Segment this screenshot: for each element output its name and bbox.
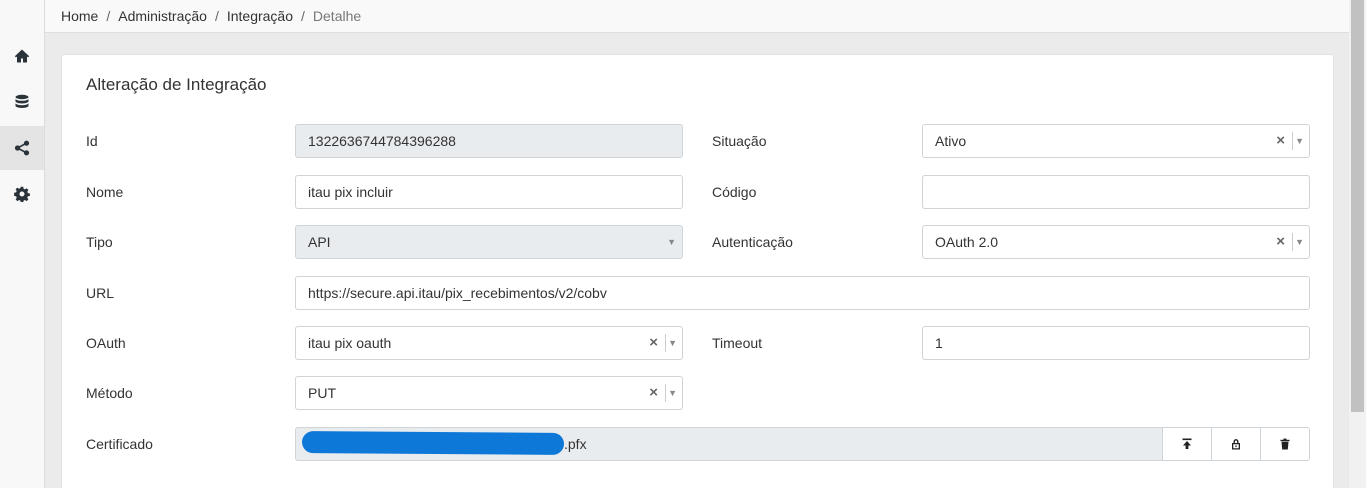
clear-icon[interactable]: × bbox=[649, 327, 658, 359]
integration-form-card: Alteração de Integração Id 1322636744784… bbox=[61, 54, 1334, 488]
redaction-mark bbox=[301, 431, 565, 455]
url-label: URL bbox=[86, 285, 115, 301]
lock-icon bbox=[1232, 439, 1240, 450]
sidebar-item-integration[interactable] bbox=[0, 126, 44, 170]
sidebar-item-home[interactable] bbox=[0, 34, 44, 78]
metodo-select[interactable]: PUT × ▼ bbox=[295, 376, 683, 410]
breadcrumb-current: Detalhe bbox=[312, 8, 362, 24]
autenticacao-value: OAuth 2.0 bbox=[935, 234, 999, 250]
oauth-value: itau pix oauth bbox=[308, 335, 392, 351]
metodo-value: PUT bbox=[308, 385, 336, 401]
situacao-value: Ativo bbox=[935, 133, 967, 149]
codigo-label: Código bbox=[712, 184, 757, 200]
id-value: 1322636744784396288 bbox=[308, 133, 456, 149]
tipo-label: Tipo bbox=[86, 234, 113, 250]
timeout-label: Timeout bbox=[712, 335, 763, 351]
nome-input[interactable]: itau pix incluir bbox=[295, 175, 683, 209]
breadcrumb-administracao[interactable]: Administração bbox=[118, 8, 207, 24]
share-icon bbox=[14, 140, 30, 156]
certificado-label: Certificado bbox=[86, 436, 153, 452]
breadcrumb: Home / Administração / Integração / Deta… bbox=[45, 0, 1349, 33]
sidebar-item-database[interactable] bbox=[0, 80, 44, 124]
database-icon bbox=[15, 94, 29, 108]
nome-value: itau pix incluir bbox=[308, 184, 393, 200]
url-input[interactable]: https://secure.api.itau/pix_recebimentos… bbox=[295, 276, 1310, 310]
home-icon bbox=[14, 49, 30, 63]
chevron-down-icon[interactable]: ▼ bbox=[668, 327, 677, 359]
chevron-down-icon[interactable]: ▼ bbox=[1295, 226, 1304, 258]
certificado-filename-suffix: .pfx bbox=[564, 436, 587, 452]
oauth-label: OAuth bbox=[86, 335, 126, 351]
chevron-down-icon[interactable]: ▼ bbox=[1295, 125, 1304, 157]
certificate-password-button[interactable] bbox=[1211, 428, 1260, 460]
id-label: Id bbox=[86, 133, 98, 149]
url-value: https://secure.api.itau/pix_recebimentos… bbox=[308, 285, 607, 301]
delete-certificate-button[interactable] bbox=[1260, 428, 1309, 460]
breadcrumb-home[interactable]: Home bbox=[61, 8, 98, 24]
upload-certificate-button[interactable] bbox=[1162, 428, 1211, 460]
autenticacao-label: Autenticação bbox=[712, 234, 793, 250]
sidebar-item-settings[interactable] bbox=[0, 172, 44, 216]
tipo-value: API bbox=[308, 234, 331, 250]
breadcrumb-separator: / bbox=[106, 8, 111, 24]
id-field: 1322636744784396288 bbox=[295, 124, 683, 158]
tipo-select: API ▼ bbox=[295, 225, 683, 259]
clear-icon[interactable]: × bbox=[649, 377, 658, 409]
autenticacao-select[interactable]: OAuth 2.0 × ▼ bbox=[922, 225, 1310, 259]
breadcrumb-separator: / bbox=[301, 8, 305, 24]
select-divider bbox=[1292, 233, 1293, 251]
chevron-down-icon[interactable]: ▼ bbox=[668, 377, 677, 409]
certificado-field: .pfx bbox=[295, 427, 1310, 461]
upload-icon bbox=[1182, 438, 1192, 449]
breadcrumb-integracao[interactable]: Integração bbox=[227, 8, 293, 24]
clear-icon[interactable]: × bbox=[1276, 226, 1285, 258]
breadcrumb-separator: / bbox=[214, 8, 219, 24]
timeout-input[interactable]: 1 bbox=[922, 326, 1310, 360]
scrollbar-thumb[interactable] bbox=[1351, 0, 1364, 412]
gear-icon bbox=[14, 186, 30, 202]
page-scrollbar[interactable] bbox=[1349, 0, 1366, 488]
clear-icon[interactable]: × bbox=[1276, 125, 1285, 157]
metodo-label: Método bbox=[86, 385, 133, 401]
codigo-input[interactable] bbox=[922, 175, 1310, 209]
chevron-down-icon: ▼ bbox=[667, 237, 676, 247]
situacao-select[interactable]: Ativo × ▼ bbox=[922, 124, 1310, 158]
trash-icon bbox=[1280, 438, 1290, 450]
select-divider bbox=[665, 384, 666, 402]
sidebar bbox=[0, 0, 45, 488]
page-title: Alteração de Integração bbox=[86, 75, 267, 94]
oauth-select[interactable]: itau pix oauth × ▼ bbox=[295, 326, 683, 360]
nome-label: Nome bbox=[86, 184, 124, 200]
situacao-label: Situação bbox=[712, 133, 767, 149]
select-divider bbox=[1292, 132, 1293, 150]
select-divider bbox=[665, 334, 666, 352]
timeout-value: 1 bbox=[935, 335, 943, 351]
